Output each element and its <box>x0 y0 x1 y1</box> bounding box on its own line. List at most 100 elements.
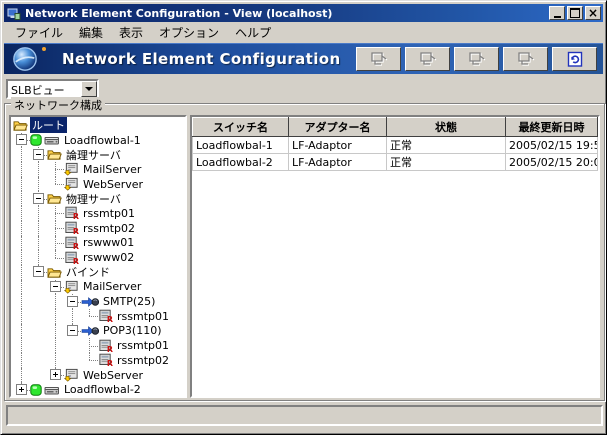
physical-server-icon: R <box>64 251 79 265</box>
expand-toggle[interactable] <box>16 384 27 395</box>
collapse-toggle[interactable] <box>33 193 44 204</box>
column-header[interactable]: 状態 <box>387 118 506 137</box>
menu-item-edit[interactable]: 編集 <box>71 22 111 44</box>
tree-node-label: rswww01 <box>81 236 136 249</box>
view-selector[interactable]: SLBビュー <box>6 79 99 99</box>
bind-port-icon <box>81 325 99 337</box>
table-cell: Loadflowbal-2 <box>193 154 289 171</box>
groupbox-label: ネットワーク構成 <box>11 97 105 113</box>
table-row[interactable]: Loadflowbal-1LF-Adaptor正常2005/02/15 19:5… <box>193 137 598 154</box>
tree-connector <box>13 206 30 221</box>
maximize-button[interactable] <box>567 6 583 20</box>
physical-server-icon: R <box>64 206 79 220</box>
menu-item-view[interactable]: 表示 <box>111 22 151 44</box>
bind-port-icon <box>81 296 99 308</box>
application-window: Network Element Configuration - View (lo… <box>0 0 607 435</box>
tree-connector <box>47 294 64 309</box>
column-header[interactable]: アダプター名 <box>289 118 387 137</box>
tree-node[interactable]: POP3(110) <box>11 324 185 339</box>
tree-connector <box>13 147 30 162</box>
toolbar-button-3[interactable] <box>454 47 499 71</box>
tree-node[interactable]: Rrssmtp01 <box>11 206 185 221</box>
tree-node[interactable]: Rrswww01 <box>11 236 185 251</box>
table-cell: LF-Adaptor <box>289 154 387 171</box>
expand-toggle[interactable] <box>50 369 61 380</box>
network-tree[interactable]: ルートLoadflowbal-1論理サーバMailServerWebServer… <box>9 115 187 398</box>
tree-connector <box>13 133 30 148</box>
logical-server-icon <box>64 368 79 382</box>
tree-node[interactable]: 物理サーバ <box>11 191 185 206</box>
tree-node[interactable]: Rrssmtp01 <box>11 309 185 324</box>
view-selector-dropdown-button[interactable] <box>81 81 97 97</box>
window-controls <box>547 6 601 20</box>
tree-node[interactable]: Rrssmtp02 <box>11 221 185 236</box>
tree-node[interactable]: WebServer <box>11 177 185 192</box>
table-cell: 2005/02/15 20:05 <box>506 154 598 171</box>
logical-server-icon <box>64 162 79 176</box>
view-selector-value: SLBビュー <box>8 81 81 97</box>
tree-node-label: rssmtp02 <box>115 354 171 367</box>
tree-connector <box>30 353 47 368</box>
tree-connector <box>13 221 30 236</box>
green-status-icon <box>30 384 42 396</box>
minimize-button[interactable] <box>549 6 565 20</box>
tree-connector <box>64 294 81 309</box>
tree-node[interactable]: Loadflowbal-1 <box>11 133 185 148</box>
window-title: Network Element Configuration - View (lo… <box>25 7 547 20</box>
title-bar[interactable]: Network Element Configuration - View (lo… <box>4 4 603 22</box>
tree-connector <box>13 177 30 192</box>
table-row[interactable]: Loadflowbal-2LF-Adaptor正常2005/02/15 20:0… <box>193 154 598 171</box>
svg-text:R: R <box>73 213 79 221</box>
tree-node-label: バインド <box>64 264 112 280</box>
switch-table-panel[interactable]: スイッチ名アダプター名状態最終更新日時 Loadflowbal-1LF-Adap… <box>190 115 600 398</box>
toolbar-button-2[interactable] <box>405 47 450 71</box>
column-header[interactable]: 最終更新日時 <box>506 118 598 137</box>
tree-node[interactable]: 論理サーバ <box>11 147 185 162</box>
toolbar-button-1[interactable] <box>356 47 401 71</box>
tree-node[interactable]: Rrswww02 <box>11 250 185 265</box>
tree-node-label: POP3(110) <box>101 324 164 337</box>
tree-connector <box>30 236 47 251</box>
collapse-toggle[interactable] <box>50 281 61 292</box>
tree-connector <box>30 338 47 353</box>
physical-server-icon: R <box>98 353 113 367</box>
header-banner: Network Element Configuration <box>4 43 603 74</box>
tree-connector <box>13 309 30 324</box>
tree-node[interactable]: バインド <box>11 265 185 280</box>
tree-node[interactable]: WebServer <box>11 368 185 383</box>
tree-node[interactable]: MailServer <box>11 162 185 177</box>
tree-connector <box>30 177 47 192</box>
logical-server-icon <box>64 280 79 294</box>
menu-item-options[interactable]: オプション <box>151 22 227 44</box>
menu-item-help[interactable]: ヘルプ <box>227 22 279 44</box>
tree-node[interactable]: Rrssmtp01 <box>11 338 185 353</box>
tree-connector <box>47 338 64 353</box>
tree-node[interactable]: SMTP(25) <box>11 294 185 309</box>
switch-table: スイッチ名アダプター名状態最終更新日時 Loadflowbal-1LF-Adap… <box>192 117 598 171</box>
collapse-toggle[interactable] <box>67 325 78 336</box>
tree-connector <box>81 309 98 324</box>
tree-connector <box>30 221 47 236</box>
tree-node[interactable]: MailServer <box>11 280 185 295</box>
collapse-toggle[interactable] <box>16 134 27 145</box>
toolbar-button-4[interactable] <box>503 47 548 71</box>
close-button[interactable] <box>585 6 601 20</box>
tree-node-label: rswww02 <box>81 251 136 264</box>
collapse-toggle[interactable] <box>33 266 44 277</box>
column-header[interactable]: スイッチ名 <box>193 118 289 137</box>
refresh-button[interactable] <box>552 47 597 71</box>
tree-node[interactable]: ルート <box>11 118 185 133</box>
tree-node[interactable]: Loadflowbal-2 <box>11 382 185 397</box>
collapse-toggle[interactable] <box>33 149 44 160</box>
header-toolbar <box>356 47 597 71</box>
folder-icon <box>47 266 62 279</box>
tree-connector <box>64 338 81 353</box>
switch-icon <box>44 384 60 396</box>
table-cell: LF-Adaptor <box>289 137 387 154</box>
tree-node[interactable]: Rrssmtp02 <box>11 353 185 368</box>
tree-connector <box>30 265 47 280</box>
tree-connector <box>47 353 64 368</box>
menu-item-file[interactable]: ファイル <box>7 22 71 44</box>
collapse-toggle[interactable] <box>67 296 78 307</box>
tree-connector <box>13 368 30 383</box>
